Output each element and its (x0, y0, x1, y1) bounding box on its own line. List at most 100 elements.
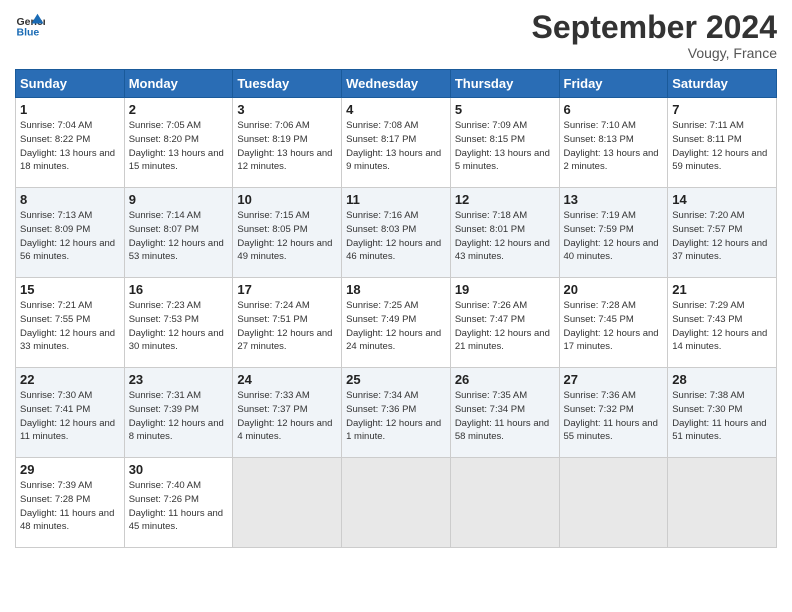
day-number: 28 (672, 372, 772, 387)
calendar-cell (450, 458, 559, 548)
day-info: Sunrise: 7:23 AM Sunset: 7:53 PM Dayligh… (129, 299, 229, 354)
calendar-cell: 6 Sunrise: 7:10 AM Sunset: 8:13 PM Daylig… (559, 98, 668, 188)
calendar-cell: 30Sunrise: 7:40 AM Sunset: 7:26 PM Dayli… (124, 458, 233, 548)
calendar-cell: 19Sunrise: 7:26 AM Sunset: 7:47 PM Dayli… (450, 278, 559, 368)
day-number: 3 (237, 102, 337, 117)
day-number: 14 (672, 192, 772, 207)
day-info: Sunrise: 7:35 AM Sunset: 7:34 PM Dayligh… (455, 389, 555, 444)
day-number: 6 (564, 102, 664, 117)
calendar-cell: 15 Sunrise: 7:21 AM Sunset: 7:55 PM Dayli… (16, 278, 125, 368)
day-number: 27 (564, 372, 664, 387)
header-tuesday: Tuesday (233, 70, 342, 98)
day-number: 11 (346, 192, 446, 207)
day-number: 16 (129, 282, 229, 297)
day-info: Sunrise: 7:34 AM Sunset: 7:36 PM Dayligh… (346, 389, 446, 444)
calendar-cell: 23 Sunrise: 7:31 AM Sunset: 7:39 PM Dayli… (124, 368, 233, 458)
calendar-cell: 21 Sunrise: 7:29 AM Sunset: 7:43 PM Dayli… (668, 278, 777, 368)
day-number: 17 (237, 282, 337, 297)
header-monday: Monday (124, 70, 233, 98)
day-number: 29 (20, 462, 120, 477)
calendar-cell: 24 Sunrise: 7:33 AM Sunset: 7:37 PM Dayli… (233, 368, 342, 458)
calendar-page: General Blue September 2024 Vougy, Franc… (0, 0, 792, 612)
day-info: Sunrise: 7:18 AM Sunset: 8:01 PM Dayligh… (455, 209, 555, 264)
calendar-cell: 8 Sunrise: 7:13 AM Sunset: 8:09 PM Daylig… (16, 188, 125, 278)
calendar-cell (668, 458, 777, 548)
day-info: Sunrise: 7:14 AM Sunset: 8:07 PM Dayligh… (129, 209, 229, 264)
day-info: Sunrise: 7:21 AM Sunset: 7:55 PM Dayligh… (20, 299, 120, 354)
calendar-week-row: 8 Sunrise: 7:13 AM Sunset: 8:09 PM Daylig… (16, 188, 777, 278)
calendar-week-row: 1 Sunrise: 7:04 AM Sunset: 8:22 PM Daylig… (16, 98, 777, 188)
day-info: Sunrise: 7:38 AM Sunset: 7:30 PM Dayligh… (672, 389, 772, 444)
day-info: Sunrise: 7:11 AM Sunset: 8:11 PM Dayligh… (672, 119, 772, 174)
calendar-cell (559, 458, 668, 548)
day-info: Sunrise: 7:30 AM Sunset: 7:41 PM Dayligh… (20, 389, 120, 444)
calendar-table: Sunday Monday Tuesday Wednesday Thursday… (15, 69, 777, 548)
calendar-cell (342, 458, 451, 548)
day-info: Sunrise: 7:29 AM Sunset: 7:43 PM Dayligh… (672, 299, 772, 354)
day-number: 12 (455, 192, 555, 207)
day-info: Sunrise: 7:24 AM Sunset: 7:51 PM Dayligh… (237, 299, 337, 354)
day-number: 23 (129, 372, 229, 387)
calendar-cell: 10 Sunrise: 7:15 AM Sunset: 8:05 PM Dayli… (233, 188, 342, 278)
day-info: Sunrise: 7:04 AM Sunset: 8:22 PM Dayligh… (20, 119, 120, 174)
day-number: 26 (455, 372, 555, 387)
day-info: Sunrise: 7:20 AM Sunset: 7:57 PM Dayligh… (672, 209, 772, 264)
calendar-cell: 16 Sunrise: 7:23 AM Sunset: 7:53 PM Dayli… (124, 278, 233, 368)
day-number: 10 (237, 192, 337, 207)
day-number: 7 (672, 102, 772, 117)
calendar-cell: 3Sunrise: 7:06 AM Sunset: 8:19 PM Daylig… (233, 98, 342, 188)
day-number: 8 (20, 192, 120, 207)
day-number: 22 (20, 372, 120, 387)
day-info: Sunrise: 7:40 AM Sunset: 7:26 PM Dayligh… (129, 479, 229, 534)
day-number: 15 (20, 282, 120, 297)
calendar-cell: 27 Sunrise: 7:36 AM Sunset: 7:32 PM Dayli… (559, 368, 668, 458)
day-info: Sunrise: 7:15 AM Sunset: 8:05 PM Dayligh… (237, 209, 337, 264)
calendar-week-row: 22 Sunrise: 7:30 AM Sunset: 7:41 PM Dayli… (16, 368, 777, 458)
day-info: Sunrise: 7:05 AM Sunset: 8:20 PM Dayligh… (129, 119, 229, 174)
header-wednesday: Wednesday (342, 70, 451, 98)
calendar-week-row: 29 Sunrise: 7:39 AM Sunset: 7:28 PM Dayli… (16, 458, 777, 548)
day-number: 24 (237, 372, 337, 387)
day-number: 9 (129, 192, 229, 207)
day-number: 13 (564, 192, 664, 207)
calendar-cell: 9 Sunrise: 7:14 AM Sunset: 8:07 PM Daylig… (124, 188, 233, 278)
day-number: 21 (672, 282, 772, 297)
calendar-cell: 20 Sunrise: 7:28 AM Sunset: 7:45 PM Dayli… (559, 278, 668, 368)
day-info: Sunrise: 7:25 AM Sunset: 7:49 PM Dayligh… (346, 299, 446, 354)
calendar-cell: 18Sunrise: 7:25 AM Sunset: 7:49 PM Dayli… (342, 278, 451, 368)
day-info: Sunrise: 7:36 AM Sunset: 7:32 PM Dayligh… (564, 389, 664, 444)
header-saturday: Saturday (668, 70, 777, 98)
day-number: 19 (455, 282, 555, 297)
calendar-cell: 29 Sunrise: 7:39 AM Sunset: 7:28 PM Dayli… (16, 458, 125, 548)
day-info: Sunrise: 7:10 AM Sunset: 8:13 PM Dayligh… (564, 119, 664, 174)
day-info: Sunrise: 7:33 AM Sunset: 7:37 PM Dayligh… (237, 389, 337, 444)
day-number: 25 (346, 372, 446, 387)
calendar-cell: 7 Sunrise: 7:11 AM Sunset: 8:11 PM Daylig… (668, 98, 777, 188)
header-sunday: Sunday (16, 70, 125, 98)
day-info: Sunrise: 7:31 AM Sunset: 7:39 PM Dayligh… (129, 389, 229, 444)
calendar-cell: 28 Sunrise: 7:38 AM Sunset: 7:30 PM Dayli… (668, 368, 777, 458)
day-number: 20 (564, 282, 664, 297)
month-title: September 2024 (532, 10, 777, 45)
day-info: Sunrise: 7:13 AM Sunset: 8:09 PM Dayligh… (20, 209, 120, 264)
day-info: Sunrise: 7:19 AM Sunset: 7:59 PM Dayligh… (564, 209, 664, 264)
logo-icon: General Blue (15, 10, 45, 40)
calendar-cell: 11 Sunrise: 7:16 AM Sunset: 8:03 PM Dayli… (342, 188, 451, 278)
calendar-cell: 1 Sunrise: 7:04 AM Sunset: 8:22 PM Daylig… (16, 98, 125, 188)
day-info: Sunrise: 7:39 AM Sunset: 7:28 PM Dayligh… (20, 479, 120, 534)
calendar-cell: 26 Sunrise: 7:35 AM Sunset: 7:34 PM Dayli… (450, 368, 559, 458)
svg-text:Blue: Blue (17, 27, 40, 39)
header-thursday: Thursday (450, 70, 559, 98)
calendar-cell: 25 Sunrise: 7:34 AM Sunset: 7:36 PM Dayli… (342, 368, 451, 458)
calendar-cell: 4Sunrise: 7:08 AM Sunset: 8:17 PM Daylig… (342, 98, 451, 188)
day-info: Sunrise: 7:28 AM Sunset: 7:45 PM Dayligh… (564, 299, 664, 354)
calendar-cell: 17 Sunrise: 7:24 AM Sunset: 7:51 PM Dayli… (233, 278, 342, 368)
day-number: 1 (20, 102, 120, 117)
day-number: 2 (129, 102, 229, 117)
calendar-week-row: 15 Sunrise: 7:21 AM Sunset: 7:55 PM Dayli… (16, 278, 777, 368)
day-info: Sunrise: 7:09 AM Sunset: 8:15 PM Dayligh… (455, 119, 555, 174)
day-number: 4 (346, 102, 446, 117)
header: General Blue September 2024 Vougy, Franc… (15, 10, 777, 61)
calendar-cell: 22 Sunrise: 7:30 AM Sunset: 7:41 PM Dayli… (16, 368, 125, 458)
day-info: Sunrise: 7:16 AM Sunset: 8:03 PM Dayligh… (346, 209, 446, 264)
